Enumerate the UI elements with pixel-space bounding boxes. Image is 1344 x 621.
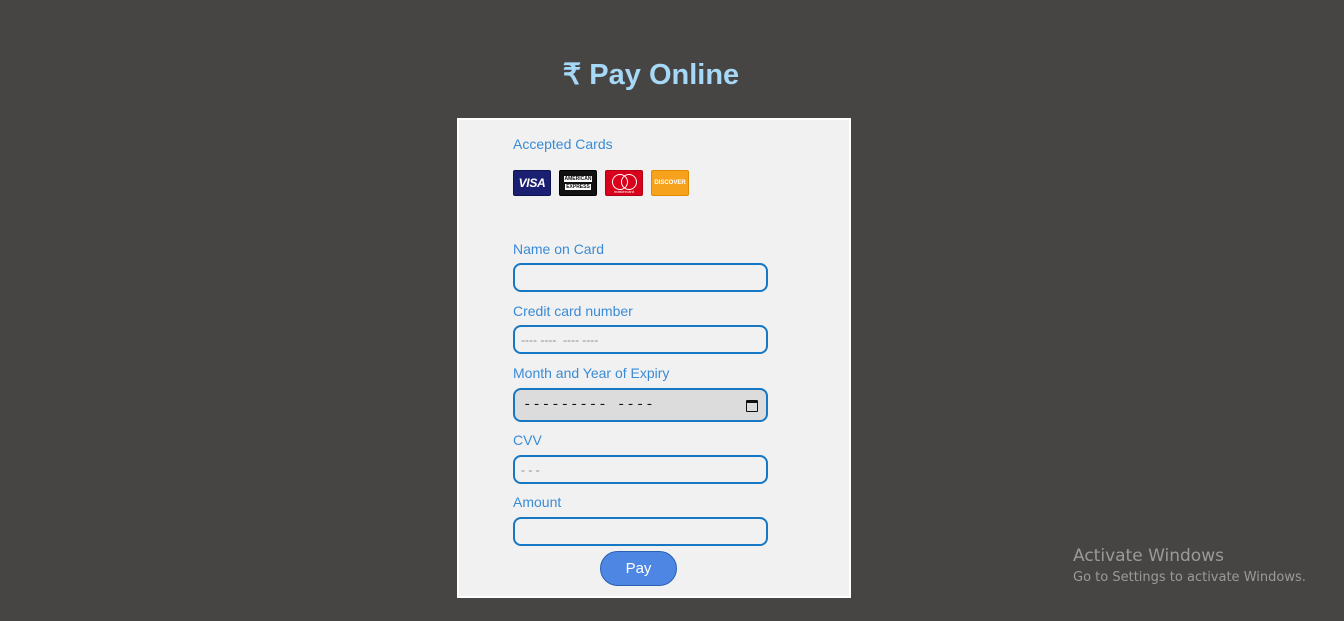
name-on-card-input[interactable] [513, 263, 768, 292]
calendar-icon[interactable] [746, 399, 758, 412]
activate-windows-watermark: Activate Windows Go to Settings to activ… [1073, 546, 1306, 587]
cvv-input[interactable] [513, 455, 768, 484]
amex-line2: EXPRESS [565, 184, 591, 190]
watermark-title: Activate Windows [1073, 546, 1224, 566]
accepted-cards: VISA AMERICAN EXPRESS mastercard DISCOVE… [513, 170, 689, 196]
mastercard-text: mastercard [613, 189, 634, 194]
card-number-label: Credit card number [513, 303, 633, 319]
watermark-subtitle: Go to Settings to activate Windows. [1073, 570, 1306, 585]
pay-button[interactable]: Pay [600, 551, 677, 586]
amount-label: Amount [513, 494, 562, 510]
payment-form: Accepted Cards VISA AMERICAN EXPRESS mas… [457, 118, 851, 598]
expiry-value: --------- ---- [523, 397, 655, 413]
visa-card-icon: VISA [513, 170, 551, 196]
name-on-card-label: Name on Card [513, 241, 605, 257]
mastercard-card-icon: mastercard [605, 170, 643, 196]
amex-card-icon: AMERICAN EXPRESS [559, 170, 597, 196]
discover-card-icon: DISCOVER [651, 170, 689, 196]
amex-line1: AMERICAN [563, 176, 593, 182]
discover-text: DISCOVER [654, 180, 686, 186]
cvv-label: CVV [513, 432, 542, 448]
page-title: ₹ Pay Online [562, 59, 740, 91]
card-number-input[interactable] [513, 325, 768, 354]
visa-text: VISA [518, 176, 546, 190]
expiry-label: Month and Year of Expiry [513, 365, 670, 381]
expiry-date-input[interactable]: --------- ---- [513, 388, 768, 422]
amount-input[interactable] [513, 517, 768, 546]
accepted-cards-label: Accepted Cards [513, 136, 613, 152]
